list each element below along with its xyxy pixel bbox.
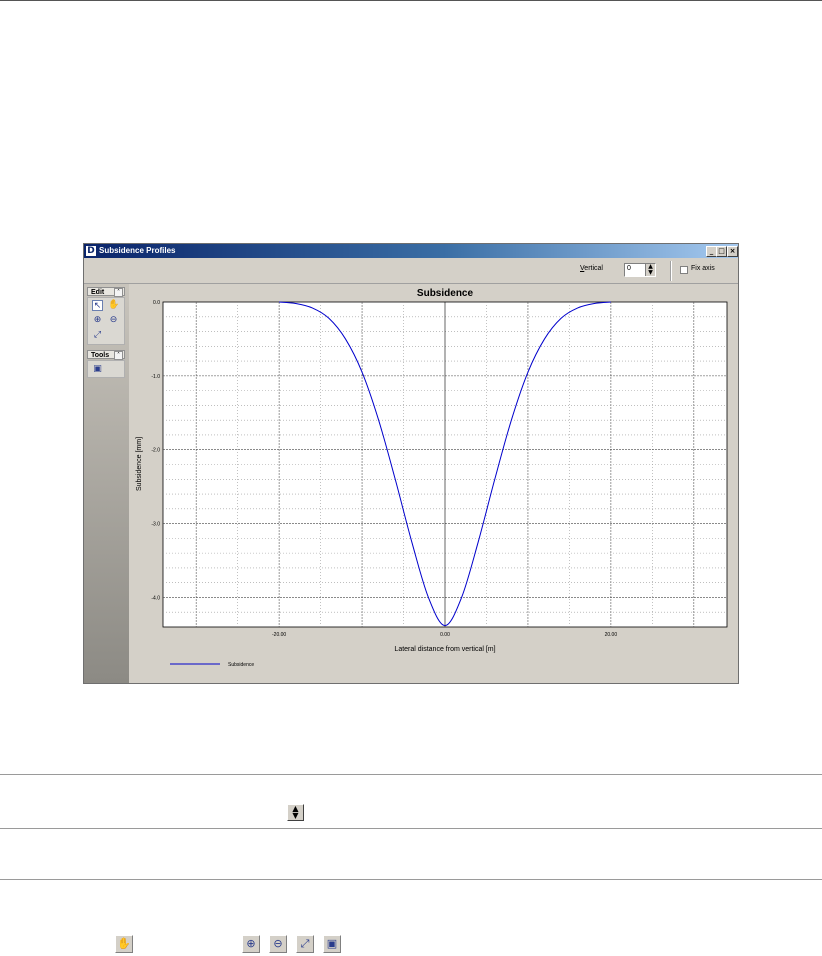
zoom-extent-icon: ⤢ — [296, 935, 314, 953]
vertical-label: Vertical — [580, 265, 603, 272]
table-rule — [0, 879, 822, 880]
close-icon[interactable]: × — [727, 246, 738, 257]
vertical-value[interactable]: 0 — [627, 265, 631, 272]
zoom-out-icon[interactable]: ⊖ — [108, 315, 119, 326]
zoom-in-icon[interactable]: ⊕ — [92, 315, 103, 326]
x-tick-label: 20.00 — [605, 632, 618, 638]
y-tick-label: -2.0 — [151, 448, 160, 454]
x-axis-label: Lateral distance from vertical [m] — [394, 646, 495, 653]
subsidence-profiles-window: D Subsidence Profiles _ □ × Vertical 0 ▲… — [83, 243, 739, 684]
tools-tools: ▣ — [87, 360, 125, 378]
maximize-icon[interactable]: □ — [716, 246, 727, 257]
x-tick-label: 0.00 — [440, 632, 450, 638]
table-rule — [0, 828, 822, 829]
pan-hand-icon[interactable]: ✋ — [108, 300, 119, 311]
options-bar: Vertical 0 ▲ ▼ Fix axis — [84, 259, 738, 284]
spinner-arrows-icon[interactable]: ▲ ▼ — [645, 264, 655, 276]
y-tick-label: -4.0 — [151, 595, 160, 601]
window-title: Subsidence Profiles — [99, 246, 176, 255]
side-tool-panel: Edit ˄ ↖ ✋ ⊕ ⊖ ⤢ Tools ˄ ▣ — [84, 284, 129, 683]
select-arrow-icon[interactable]: ↖ — [92, 300, 103, 311]
edit-group-header[interactable]: Edit ˄ — [87, 287, 125, 297]
window-titlebar[interactable]: D Subsidence Profiles _ □ × — [84, 244, 738, 258]
edit-group-label: Edit — [91, 289, 105, 296]
x-tick-label: -20.00 — [272, 632, 286, 638]
chart-title: Subsidence — [417, 288, 474, 299]
fix-axis-label: Fix axis — [691, 265, 715, 272]
table-rule — [0, 774, 822, 775]
zoom-extent-icon[interactable]: ⤢ — [92, 330, 103, 341]
collapse-icon[interactable]: ˄ — [114, 351, 123, 360]
tools-group-label: Tools — [91, 352, 110, 359]
legend-label: Subsidence — [228, 662, 254, 668]
app-icon: D — [86, 246, 96, 256]
spinner-icon: ▲ ▼ — [287, 804, 304, 821]
chart-area: Subsidence -20.00 0.00 20.00 0.0 -1.0 -2.0 -3.… — [130, 284, 738, 683]
tools-group-header[interactable]: Tools ˄ — [87, 350, 125, 360]
copy-chart-icon[interactable]: ▣ — [92, 364, 103, 375]
zoom-in-icon: ⊕ — [242, 935, 260, 953]
fix-axis-checkbox[interactable] — [680, 266, 688, 274]
y-tick-label: -1.0 — [151, 374, 160, 380]
collapse-icon[interactable]: ˄ — [114, 288, 123, 297]
copy-chart-icon: ▣ — [323, 935, 341, 953]
page-top-rule — [0, 0, 822, 1]
y-axis-label: Subsidence [mm] — [136, 437, 143, 491]
subsidence-chart[interactable]: Subsidence -20.00 0.00 20.00 0.0 -1.0 -2.0 -3.… — [130, 284, 738, 683]
y-tick-label: 0.0 — [153, 300, 160, 306]
pan-hand-icon: ✋ — [115, 935, 133, 953]
zoom-out-icon: ⊖ — [269, 935, 287, 953]
vertical-spinner[interactable]: 0 ▲ ▼ — [624, 263, 656, 277]
edit-tools: ↖ ✋ ⊕ ⊖ ⤢ — [87, 297, 125, 345]
toolbar-separator — [670, 261, 672, 281]
y-tick-label: -3.0 — [151, 522, 160, 528]
